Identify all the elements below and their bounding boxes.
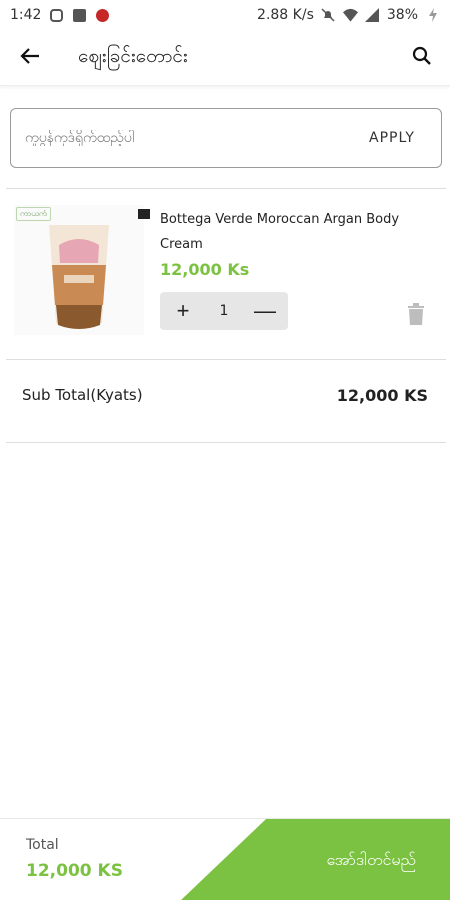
delete-item-button[interactable] (406, 303, 426, 325)
search-button[interactable] (394, 30, 450, 86)
mute-bell-icon (321, 8, 336, 23)
search-icon (412, 46, 432, 70)
back-button[interactable] (0, 30, 60, 86)
wifi-icon (342, 8, 358, 23)
product-price: 12,000 Ks (160, 260, 250, 279)
status-bar: 1:42 2.88 K/s 38% (0, 0, 450, 30)
quantity-value: 1 (219, 303, 229, 319)
product-image[interactable]: ကာယကံ (14, 205, 150, 335)
apply-button[interactable]: APPLY (357, 130, 427, 146)
quantity-stepper: + 1 — (160, 292, 288, 330)
checkout-bar: Total 12,000 KS အော်ဒါတင်မည် (0, 818, 450, 900)
increase-quantity-button[interactable]: + (170, 298, 196, 324)
trash-icon (406, 303, 426, 329)
battery-percent: 38% (386, 7, 418, 23)
cart-item: ကာယကံ Bottega Verde Moroccan Argan Body … (6, 200, 446, 350)
coupon-input[interactable] (25, 130, 358, 146)
app-notification-icon (95, 8, 110, 23)
divider (6, 442, 446, 443)
divider (6, 359, 446, 360)
total-value: 12,000 KS (26, 861, 123, 881)
subtotal-value: 12,000 KS (336, 385, 428, 405)
charging-icon (425, 8, 440, 23)
image-icon (72, 8, 87, 23)
total-label: Total (26, 837, 59, 853)
place-order-label: အော်ဒါတင်မည် (326, 850, 417, 869)
signal-icon (365, 8, 380, 23)
decrease-quantity-button[interactable]: — (252, 298, 278, 324)
divider (6, 188, 446, 189)
page-title: ဈေးခြင်းတောင်း (78, 44, 188, 67)
arrow-left-icon (20, 47, 40, 69)
place-order-button[interactable]: အော်ဒါတင်မည် (180, 819, 450, 900)
product-image-badge: ကာယကံ (16, 207, 51, 221)
viber-icon (49, 8, 64, 23)
brand-logo-mark (138, 209, 150, 219)
status-time: 1:42 (10, 7, 42, 23)
subtotal-label: Sub Total(Kyats) (22, 386, 143, 404)
subtotal-row: Sub Total(Kyats) 12,000 KS (22, 370, 428, 420)
net-speed: 2.88 K/s (257, 7, 314, 23)
coupon-box: APPLY (10, 108, 442, 168)
product-name[interactable]: Bottega Verde Moroccan Argan Body Cream (160, 207, 430, 257)
app-header: ဈေးခြင်းတောင်း (0, 30, 450, 86)
